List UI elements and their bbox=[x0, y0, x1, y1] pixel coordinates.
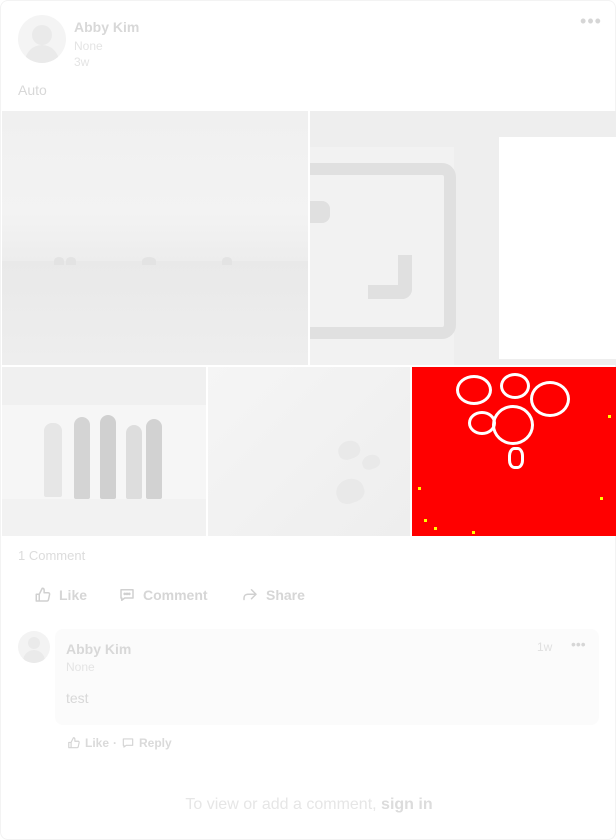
media-tile-red-flower[interactable] bbox=[412, 367, 616, 536]
author-avatar[interactable] bbox=[18, 15, 66, 63]
more-horizontal-icon: ••• bbox=[571, 636, 586, 652]
share-label: Share bbox=[266, 587, 305, 603]
comment-label: Comment bbox=[143, 587, 208, 603]
sign-in-prompt-text: To view or add a comment, bbox=[185, 796, 377, 813]
like-button[interactable]: Like bbox=[34, 583, 87, 607]
share-button[interactable]: Share bbox=[241, 583, 305, 607]
comment-button[interactable]: Comment bbox=[118, 583, 208, 607]
thumbs-up-icon bbox=[35, 587, 51, 602]
media-tile-butterflies[interactable] bbox=[208, 367, 410, 536]
post-text: Auto bbox=[18, 82, 47, 98]
media-tile-placeholder[interactable] bbox=[310, 111, 616, 365]
post-timestamp: 3w bbox=[74, 55, 90, 69]
thumbs-up-icon bbox=[68, 737, 80, 749]
sign-in-link[interactable]: sign in bbox=[381, 796, 433, 813]
comment-like-button[interactable]: Like bbox=[85, 736, 109, 750]
like-label: Like bbox=[59, 587, 88, 603]
author-subtitle: None bbox=[74, 39, 103, 53]
comment-more-options-button[interactable]: ••• bbox=[571, 636, 586, 652]
comment-text: test bbox=[66, 690, 89, 706]
share-arrow-icon bbox=[243, 589, 257, 601]
comment-author-subtitle: None bbox=[66, 660, 95, 674]
comment-reply-button[interactable]: Reply bbox=[139, 736, 172, 750]
comment-actions: Like · Reply bbox=[67, 736, 172, 750]
comment-count[interactable]: 1 Comment bbox=[18, 548, 85, 563]
author-name[interactable]: Abby Kim bbox=[74, 19, 139, 35]
sign-in-prompt: To view or add a comment, sign in bbox=[1, 796, 616, 814]
post-card: Abby Kim None 3w ••• Auto 1 Comment Like… bbox=[0, 0, 616, 840]
media-tile-landscape[interactable] bbox=[2, 111, 308, 365]
comment-bubble bbox=[55, 629, 599, 725]
more-horizontal-icon: ••• bbox=[580, 11, 602, 31]
more-options-button[interactable]: ••• bbox=[577, 11, 605, 31]
media-tile-group-photo[interactable] bbox=[2, 367, 206, 536]
comment-author-name[interactable]: Abby Kim bbox=[66, 641, 131, 657]
comment-timestamp: 1w bbox=[537, 640, 553, 654]
speech-bubble-icon bbox=[120, 589, 134, 601]
comment-author-avatar[interactable] bbox=[18, 631, 50, 663]
speech-bubble-icon bbox=[122, 738, 134, 748]
comment-action-separator: · bbox=[113, 736, 118, 750]
